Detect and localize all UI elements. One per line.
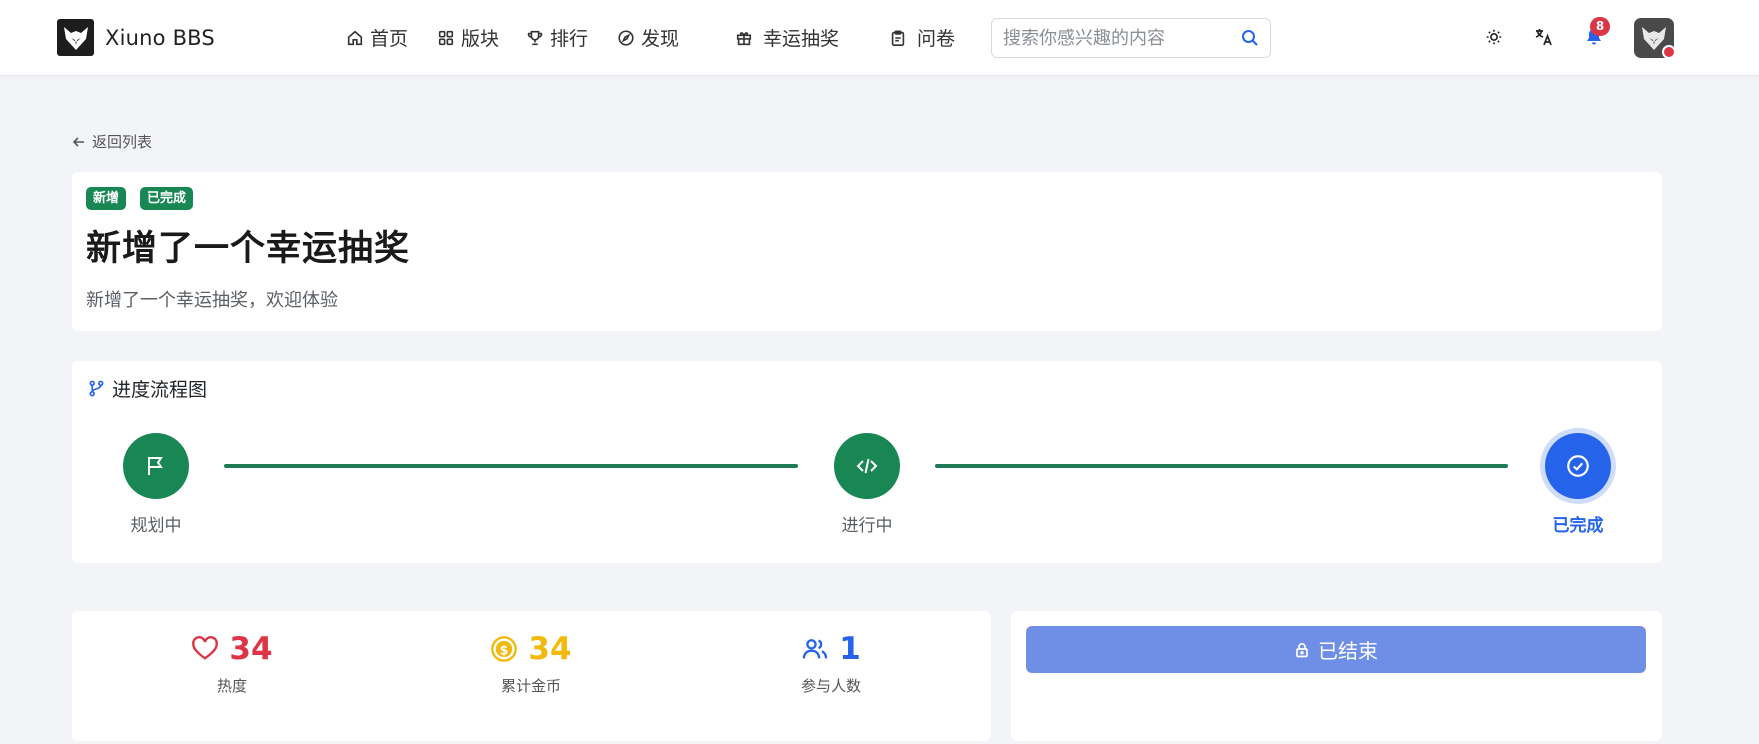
stat-coins-label: 累计金币 — [500, 677, 561, 695]
step-completed — [1545, 433, 1611, 499]
completed-badge: 已完成 — [140, 187, 194, 210]
brand[interactable]: Xiuno BBS — [57, 19, 215, 56]
page-title: 新增了一个幸运抽奖 — [86, 229, 411, 269]
nav-lucky-draw-label: 幸运抽奖 — [763, 28, 840, 50]
nav-survey-label: 问卷 — [917, 28, 956, 50]
step-in-progress — [834, 433, 900, 499]
nav-ranking-label: 排行 — [550, 28, 589, 50]
step-connector — [224, 464, 798, 468]
stats-card: 34 热度 $ 34 累计金币 1 参与人数 — [72, 611, 991, 741]
users-icon — [802, 639, 828, 659]
grid-icon — [438, 30, 454, 45]
compass-icon — [618, 29, 634, 46]
coin-icon: $ — [491, 636, 518, 662]
search-input[interactable] — [1003, 27, 1223, 49]
nav-discover-label: 发现 — [641, 28, 680, 50]
check-circle-icon — [1567, 455, 1589, 477]
stat-heat-label: 热度 — [216, 677, 247, 695]
back-link-label: 返回列表 — [92, 133, 153, 151]
new-badge: 新增 — [86, 187, 127, 210]
search-box — [991, 18, 1271, 58]
translate-icon[interactable] — [1533, 26, 1555, 48]
brand-name: Xiuno BBS — [105, 25, 215, 50]
nav-ranking[interactable]: 排行 — [526, 24, 588, 51]
flag-icon — [148, 457, 163, 475]
gift-icon — [736, 31, 752, 45]
nav-forums[interactable]: 版块 — [437, 24, 499, 51]
nav-home-label: 首页 — [370, 28, 409, 50]
notification-count-badge: 8 — [1590, 17, 1610, 36]
clipboard-icon — [891, 29, 905, 46]
step-completed-label: 已完成 — [1552, 516, 1604, 536]
stat-participants-label: 参与人数 — [800, 677, 861, 695]
stat-participants-value: 1 — [839, 631, 861, 667]
ended-button-label: 已结束 — [1318, 639, 1378, 663]
nav-lucky-draw[interactable]: 幸运抽奖 — [735, 24, 839, 51]
lock-icon — [1296, 642, 1308, 657]
nav-forums-label: 版块 — [461, 28, 500, 50]
step-planning — [123, 433, 189, 499]
avatar-status-icon — [1662, 45, 1676, 59]
code-icon — [856, 458, 878, 474]
stat-participants: 1 参与人数 — [731, 631, 931, 696]
home-icon — [347, 30, 363, 45]
ended-button[interactable]: 已结束 — [1026, 626, 1646, 673]
arrow-left-icon — [72, 136, 84, 147]
progress-header: 进度流程图 — [88, 375, 207, 402]
stat-heat-value: 34 — [229, 631, 273, 667]
action-card: 已结束 — [1011, 611, 1662, 741]
step-planning-label: 规划中 — [130, 516, 182, 536]
nav-survey[interactable]: 问卷 — [889, 24, 955, 51]
search-icon[interactable] — [1240, 28, 1260, 48]
nav-home[interactable]: 首页 — [346, 24, 408, 51]
branch-icon — [89, 380, 104, 397]
nav-discover[interactable]: 发现 — [617, 24, 679, 51]
back-to-list-link[interactable]: 返回列表 — [72, 131, 152, 152]
stat-coins: $ 34 累计金币 — [431, 631, 631, 696]
stat-heat: 34 热度 — [132, 631, 332, 696]
heart-icon — [192, 636, 219, 660]
progress-flow-card: 进度流程图 规划中 进行中 已完成 — [72, 361, 1662, 563]
stat-coins-value: 34 — [528, 631, 572, 667]
trophy-icon — [527, 30, 543, 45]
step-connector — [935, 464, 1508, 468]
post-header-card: 新增 已完成 新增了一个幸运抽奖 新增了一个幸运抽奖，欢迎体验 — [72, 172, 1662, 331]
theme-toggle-sun-icon[interactable] — [1483, 26, 1505, 48]
post-subtitle: 新增了一个幸运抽奖，欢迎体验 — [86, 290, 338, 311]
step-in-progress-label: 进行中 — [841, 516, 893, 536]
logo-icon — [57, 19, 94, 56]
progress-header-label: 进度流程图 — [112, 379, 208, 401]
top-navbar: Xiuno BBS 首页 版块 排行 发现 幸运抽奖 问卷 8 — [0, 0, 1759, 76]
svg-text:$: $ — [500, 643, 509, 658]
